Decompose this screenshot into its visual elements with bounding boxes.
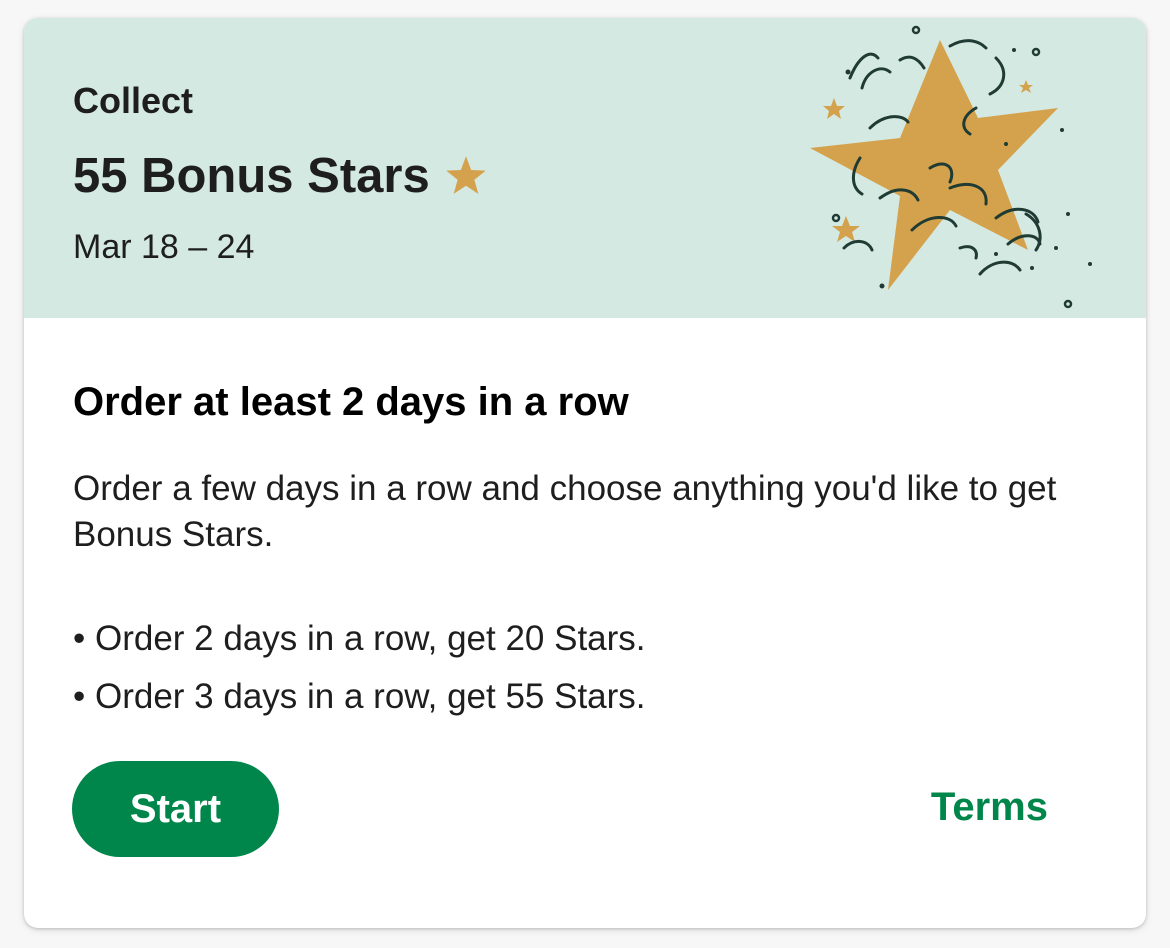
start-button[interactable]: Start bbox=[72, 761, 279, 857]
offer-card: Collect 55 Bonus Stars Mar 18 – 24 Order… bbox=[24, 18, 1146, 928]
star-icon bbox=[445, 156, 486, 194]
offer-title: Order at least 2 days in a row bbox=[73, 380, 629, 424]
offer-rule-item: • Order 3 days in a row, get 55 Stars. bbox=[73, 677, 646, 716]
offer-headline-text: 55 Bonus Stars bbox=[73, 149, 430, 203]
offer-eyebrow: Collect bbox=[73, 80, 194, 121]
offer-rules-list: • Order 2 days in a row, get 20 Stars. •… bbox=[73, 610, 646, 726]
offer-dates: Mar 18 – 24 bbox=[73, 228, 255, 266]
offer-banner: Collect 55 Bonus Stars Mar 18 – 24 bbox=[24, 18, 1146, 318]
offer-description: Order a few days in a row and choose any… bbox=[73, 469, 1057, 554]
star-illustration-icon bbox=[810, 25, 1092, 309]
offer-rule-item: • Order 2 days in a row, get 20 Stars. bbox=[73, 619, 646, 658]
offer-headline: 55 Bonus Stars bbox=[73, 148, 488, 204]
terms-link[interactable]: Terms bbox=[931, 785, 1048, 830]
